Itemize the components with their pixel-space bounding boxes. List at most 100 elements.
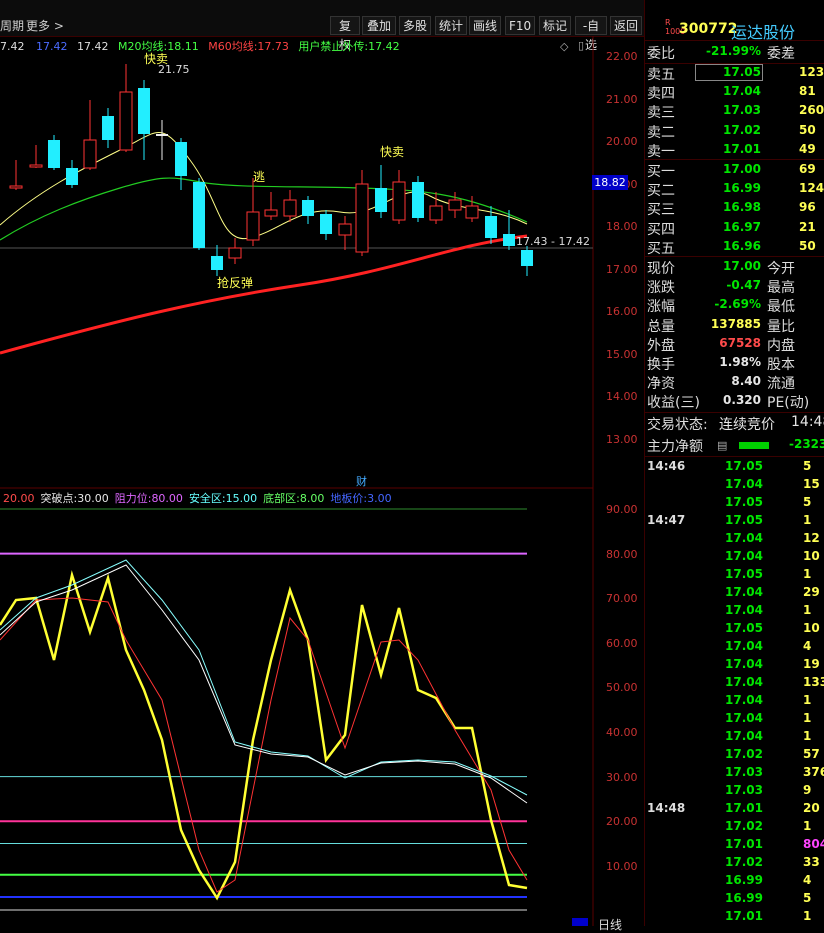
tick-row: 17.04 1	[725, 693, 812, 707]
finance-marker[interactable]: 财	[356, 473, 367, 489]
tick-row: 14:47 17.05 1	[647, 513, 812, 527]
candle-body	[338, 223, 352, 236]
bids-row[interactable]: 买二 16.99 124	[645, 180, 824, 199]
tick-row: 17.04 133	[725, 675, 824, 689]
scroll-indicator	[572, 918, 588, 926]
candle-body	[228, 247, 242, 259]
candle-body	[485, 216, 497, 238]
tick-row: 17.03 9	[725, 783, 812, 797]
price-axis-tick: 21.00	[606, 92, 638, 106]
tick-row: 14:46 17.05 5	[647, 459, 812, 473]
quote-row: 净资 8.40 流通	[647, 374, 795, 393]
indicator-axis-tick: 40.00	[606, 726, 638, 739]
candle-body	[283, 199, 297, 217]
selected-ask-box	[695, 64, 763, 81]
candle-body	[156, 134, 168, 136]
candle-body	[448, 199, 462, 211]
price-axis-tick: 13.00	[606, 432, 638, 446]
candle-body	[355, 183, 369, 253]
tick-row: 17.04 4	[725, 639, 812, 653]
current-price-tag: 18.82	[592, 175, 628, 190]
quote-row: 换手 1.98% 股本	[647, 355, 795, 373]
tick-row: 17.02 33	[725, 855, 820, 869]
kline-chart[interactable]	[0, 0, 644, 926]
price-axis-tick: 17.00	[606, 262, 638, 276]
candle-body	[211, 256, 223, 270]
candle-body	[264, 209, 278, 217]
price-axis-tick: 14.00	[606, 390, 638, 403]
candle-body	[175, 142, 187, 176]
ma20-line	[0, 177, 528, 241]
candle-body	[102, 116, 114, 140]
list-icon[interactable]: ▤	[717, 439, 727, 452]
tick-row: 17.02 57	[725, 747, 820, 761]
tick-row: 17.05 10	[725, 621, 820, 635]
price-axis-tick: 22.00	[606, 50, 638, 63]
quote-row: 总量 137885 量比	[647, 316, 795, 335]
stock-header: R 1000 300772 运达股份	[645, 18, 824, 42]
candle-body	[119, 91, 133, 151]
candle-body	[429, 205, 443, 221]
cursor-price-label: 17.43 - 17.42	[516, 235, 590, 248]
candle-body	[375, 188, 387, 212]
wei-bi-row: 委比 -21.99% 委差	[647, 44, 795, 62]
asks-row[interactable]: 卖二 17.02 50	[645, 122, 824, 141]
bids-row[interactable]: 买一 17.00 69	[645, 161, 824, 180]
quote-row: 现价 17.00 今开	[647, 259, 795, 277]
quote-row: 外盘 67528 内盘	[647, 335, 795, 354]
asks-row[interactable]: 卖三 17.03 260	[645, 102, 824, 121]
tick-row: 17.04 1	[725, 603, 812, 617]
tick-row: 17.04 10	[725, 549, 820, 563]
tick-row: 17.04 1	[725, 711, 812, 725]
indicator-legend-item: 突破点:30.00	[40, 492, 109, 505]
tick-row: 16.99 5	[725, 891, 812, 905]
indicator-legend: 20.00 突破点:30.00 阻力位:80.00 安全区:15.00 底部区:8.00…	[0, 490, 398, 506]
candle-body	[392, 181, 406, 221]
indicator-axis-tick: 60.00	[606, 636, 638, 650]
candle-body	[320, 214, 332, 234]
candle-body	[465, 205, 479, 219]
indicator-legend-item: 阻力位:80.00	[114, 492, 183, 505]
price-axis-tick: 18.00	[606, 220, 638, 233]
tick-row: 17.01 804	[725, 837, 824, 851]
candle-body	[412, 182, 424, 218]
price-axis-tick: 16.00	[606, 305, 638, 318]
indicator-axis-tick: 80.00	[606, 547, 638, 561]
asks-row[interactable]: 卖一 17.01 49	[645, 141, 824, 160]
tick-row: 17.03 376	[725, 765, 824, 779]
candle-body	[193, 182, 205, 248]
price-axis-tick: 20.00	[606, 135, 638, 148]
tick-row: 17.02 1	[725, 819, 812, 833]
quote-row: 涨跌 -0.47 最高	[647, 278, 795, 297]
candle-body	[66, 168, 78, 185]
bids-row[interactable]: 买三 16.98 96	[645, 199, 824, 218]
tick-row: 17.04 19	[725, 657, 820, 671]
candle-body	[521, 250, 533, 266]
bids-row[interactable]: 买四 16.97 21	[645, 219, 824, 238]
marker-mid-sell: 快卖	[380, 145, 405, 159]
quote-panel: R 1000 300772 运达股份 委比 -21.99% 委差 卖五 17.05 1…	[644, 0, 824, 926]
tick-row: 17.04 15	[725, 477, 820, 491]
quote-row: 涨幅 -2.69% 最低	[647, 297, 795, 316]
indicator-axis-tick: 90.00	[606, 503, 638, 516]
marker-escape: 逃	[253, 170, 266, 184]
tick-row: 17.04 1	[725, 729, 812, 743]
indicator-axis-tick: 20.00	[606, 815, 638, 829]
tick-row: 17.04 29	[725, 585, 820, 599]
price-axis-tick: 15.00	[606, 347, 638, 361]
bids-row[interactable]: 买五 16.96 50	[645, 238, 824, 257]
candle-body	[503, 234, 515, 246]
tick-row: 14:48 17.01 20	[647, 801, 820, 815]
tick-row: 17.05 1	[725, 567, 812, 581]
indicator-legend-item: 安全区:15.00	[188, 492, 258, 505]
marker-rebound: 抢反弹	[217, 276, 254, 290]
tab-daily[interactable]: 日线	[598, 916, 622, 933]
indicator-legend-item: 地板价:3.00	[330, 492, 392, 505]
quote-row: 收益(三) 0.320 PE(动)	[647, 393, 810, 412]
marker-top-sell: 快卖	[144, 52, 169, 66]
asks-row[interactable]: 卖四 17.04 81	[645, 83, 824, 102]
indicator-axis-tick: 50.00	[606, 681, 638, 695]
candle-body	[48, 140, 60, 168]
candle-body	[9, 185, 23, 189]
tick-row: 17.04 12	[725, 531, 820, 545]
